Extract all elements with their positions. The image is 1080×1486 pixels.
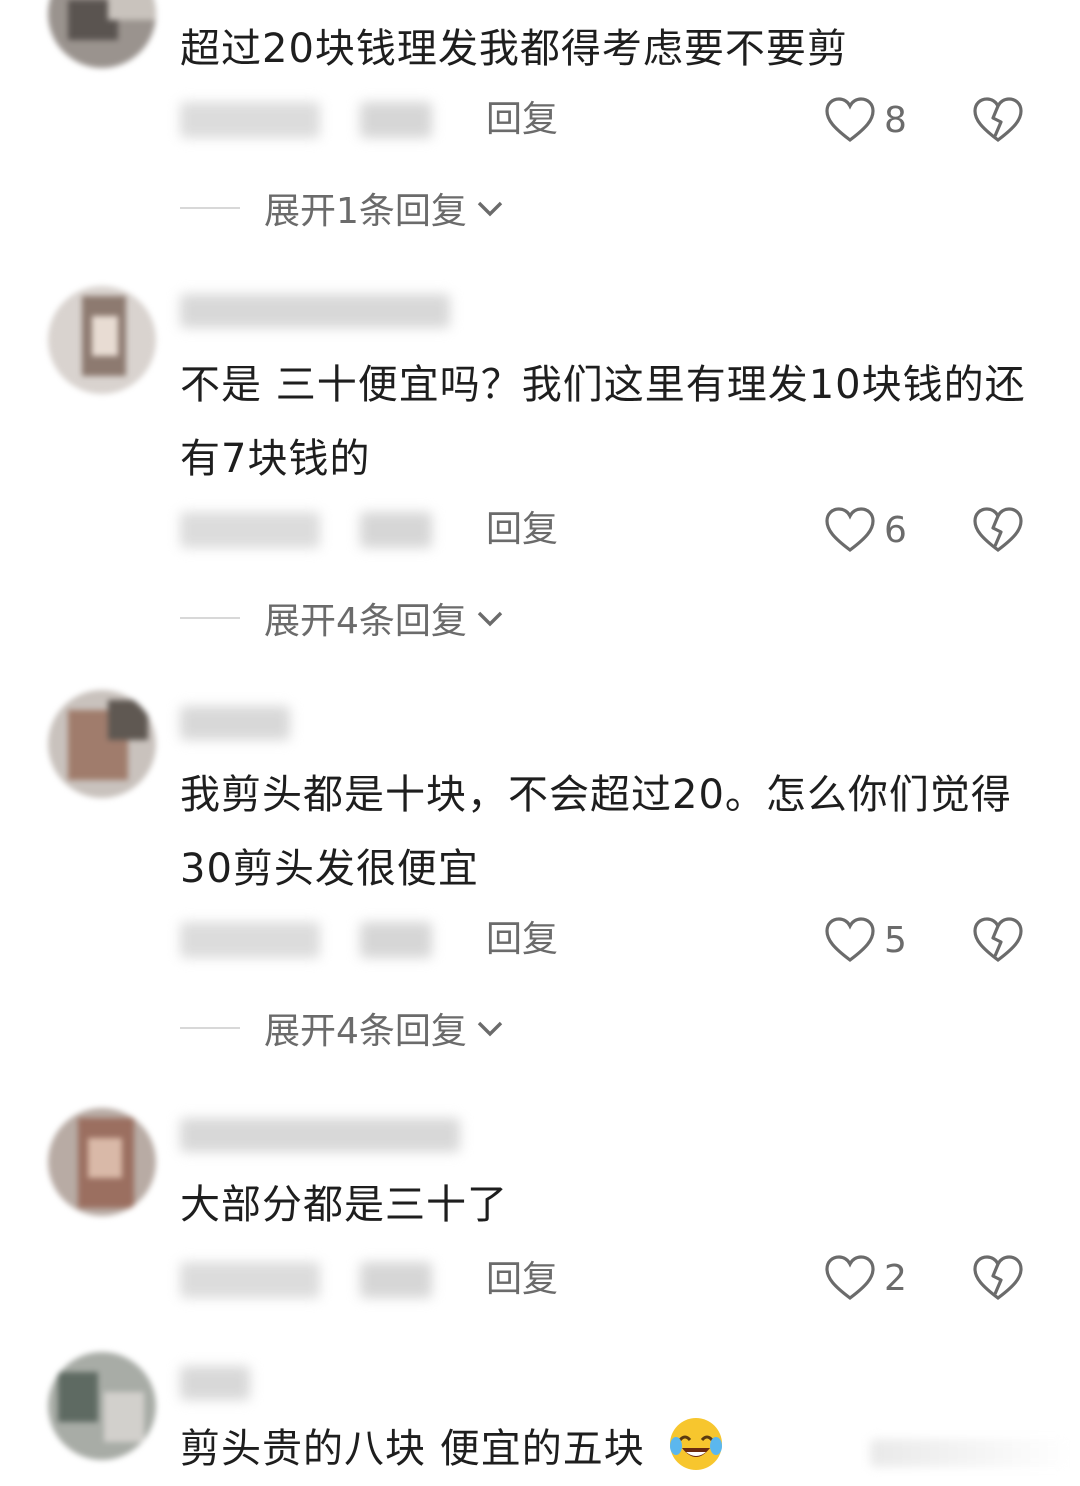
reply-button[interactable]: 回复 (486, 1260, 558, 1300)
comment-meta-blurred (180, 512, 320, 548)
expand-replies[interactable]: 展开4条回复 (180, 1008, 507, 1052)
avatar[interactable] (48, 1352, 156, 1460)
expand-replies[interactable]: 展开1条回复 (180, 188, 507, 232)
avatar[interactable] (48, 286, 156, 394)
divider (180, 1027, 240, 1029)
username-blurred (180, 706, 290, 740)
dislike-button[interactable] (972, 506, 1024, 554)
like-button[interactable]: 2 (824, 1254, 907, 1302)
heart-icon (825, 1255, 875, 1301)
chevron-down-icon (477, 201, 503, 217)
like-count: 6 (884, 509, 907, 551)
expand-label: 展开1条回复 (264, 191, 467, 232)
chevron-down-icon (477, 1021, 503, 1037)
dislike-button[interactable] (972, 1254, 1024, 1302)
comment-item: 大部分都是三十了 回复 2 (0, 1104, 1080, 1314)
comment-text: 不是 三十便宜吗？我们这里有理发10块钱的还有7块钱的 (180, 362, 1026, 482)
broken-heart-icon (973, 507, 1023, 553)
reply-button[interactable]: 回复 (486, 510, 558, 550)
dislike-button[interactable] (972, 96, 1024, 144)
like-button[interactable]: 8 (824, 96, 907, 144)
watermark-blurred (870, 1439, 1070, 1467)
divider (180, 207, 240, 209)
comment-item: 不是 三十便宜吗？我们这里有理发10块钱的还有7块钱的 回复 6 展开4条回复 (0, 280, 1080, 660)
reply-button[interactable]: 回复 (486, 920, 558, 960)
comment-text: 超过20块钱理发我都得考虑要不要剪 (180, 26, 848, 72)
expand-replies[interactable]: 展开4条回复 (180, 598, 507, 642)
username-blurred (180, 1118, 460, 1152)
comment-meta-blurred (180, 102, 320, 138)
username-blurred (180, 294, 450, 328)
like-count: 5 (884, 919, 907, 961)
comment-meta-blurred (180, 1262, 320, 1298)
comment-text-content: 剪头贵的八块 便宜的五块 (180, 1426, 645, 1472)
like-button[interactable]: 5 (824, 916, 907, 964)
avatar[interactable] (48, 1108, 156, 1216)
heart-icon (825, 507, 875, 553)
chevron-down-icon (477, 611, 503, 627)
broken-heart-icon (973, 97, 1023, 143)
expand-label: 展开4条回复 (264, 1011, 467, 1052)
broken-heart-icon (973, 1255, 1023, 1301)
crying-laughing-emoji-icon (670, 1418, 723, 1470)
comment-item: 我剪头都是十块，不会超过20。怎么你们觉得30剪头发很便宜 回复 5 展开4条回… (0, 690, 1080, 1070)
broken-heart-icon (973, 917, 1023, 963)
like-button[interactable]: 6 (824, 506, 907, 554)
comment-meta-blurred (180, 922, 320, 958)
like-count: 8 (884, 99, 907, 141)
comment-item: 超过20块钱理发我都得考虑要不要剪 回复 8 展开1条回复 (0, 0, 1080, 260)
comment-text: 我剪头都是十块，不会超过20。怎么你们觉得30剪头发很便宜 (180, 772, 1012, 892)
heart-icon (825, 97, 875, 143)
username-blurred (180, 1366, 250, 1400)
divider (180, 617, 240, 619)
comment-location-blurred (360, 922, 432, 958)
comment-location-blurred (360, 1262, 432, 1298)
reply-button[interactable]: 回复 (486, 100, 558, 140)
comment-text: 大部分都是三十了 (180, 1182, 508, 1228)
heart-icon (825, 917, 875, 963)
dislike-button[interactable] (972, 916, 1024, 964)
comment-location-blurred (360, 102, 432, 138)
comment-location-blurred (360, 512, 432, 548)
expand-label: 展开4条回复 (264, 601, 467, 642)
like-count: 2 (884, 1257, 907, 1299)
avatar[interactable] (48, 690, 156, 798)
avatar[interactable] (48, 0, 156, 68)
